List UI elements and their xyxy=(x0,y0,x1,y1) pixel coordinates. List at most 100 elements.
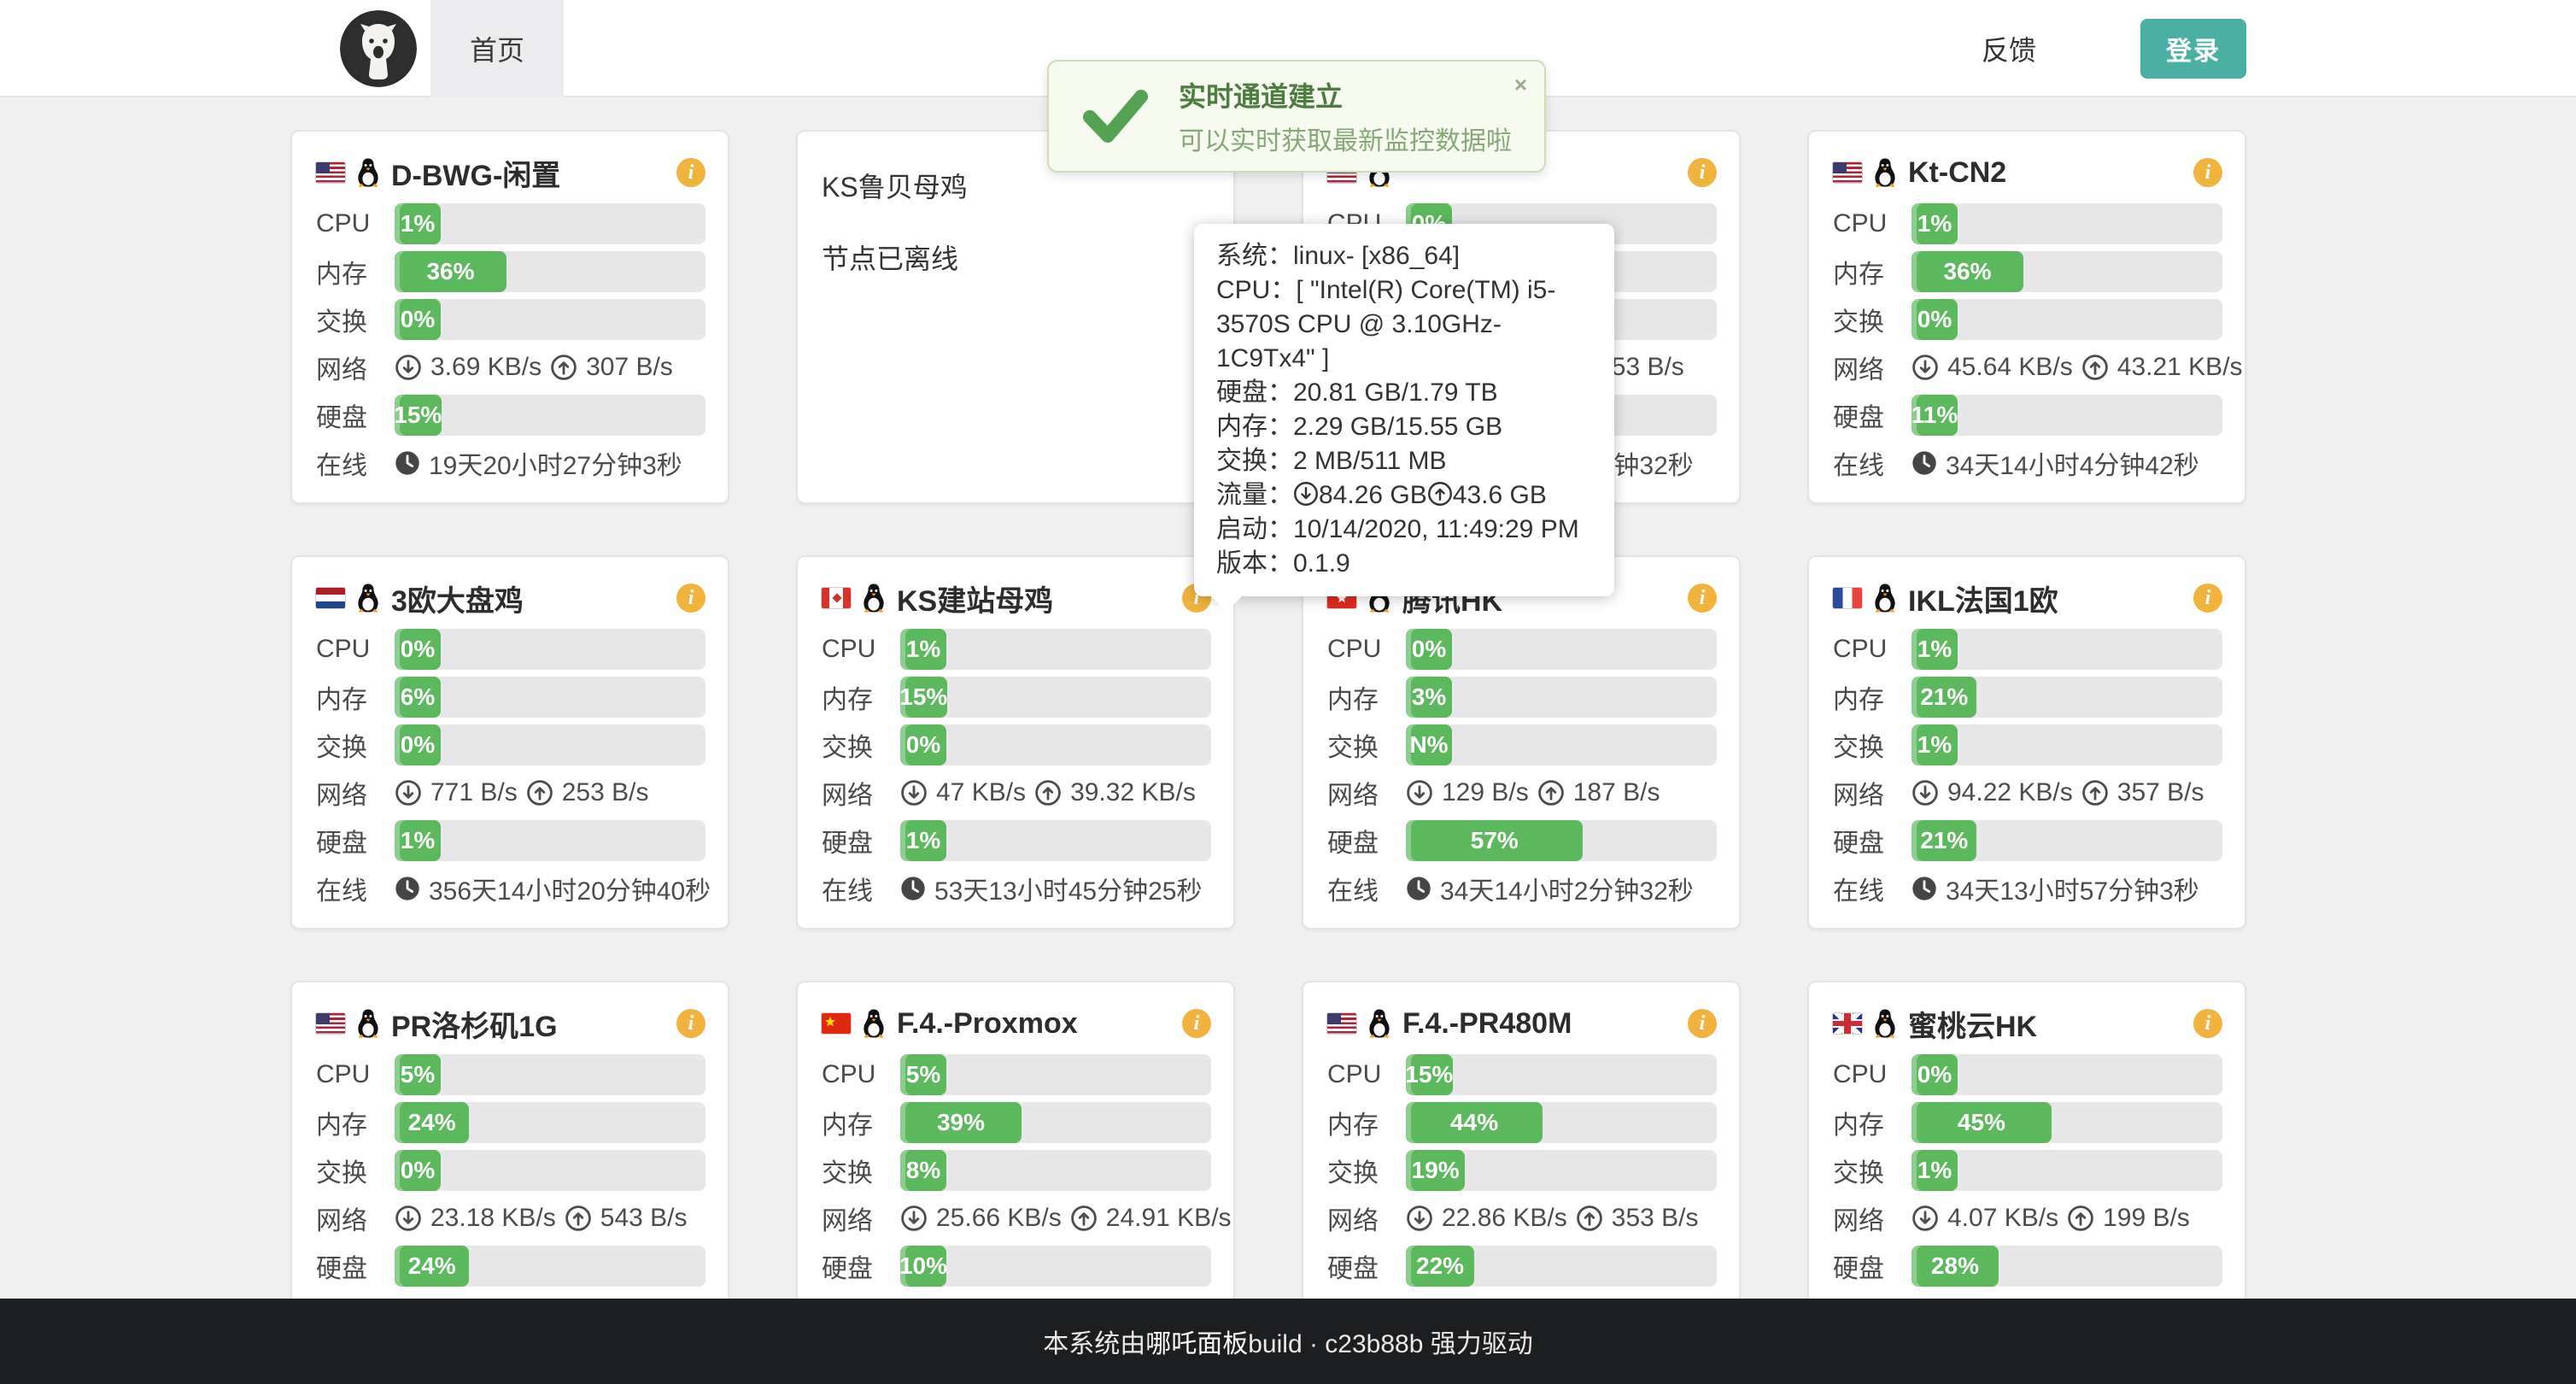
swap-progressbar: 0% xyxy=(395,724,705,765)
success-check-icon xyxy=(1083,89,1148,144)
cpu-progressbar: 1% xyxy=(1912,629,2222,670)
memory-percent: 24% xyxy=(408,1109,456,1136)
nezha-panel-link[interactable]: 哪吒面板 xyxy=(1145,1322,1248,1360)
net-download-value: 3.69 KB/s xyxy=(430,353,542,382)
net-upload-value: 187 B/s xyxy=(1573,778,1660,807)
stat-label: 交换 xyxy=(1327,1152,1406,1189)
linux-penguin-icon xyxy=(355,157,381,188)
info-icon[interactable]: i xyxy=(1688,1009,1717,1038)
uptime-value: 53天13小时45分钟25秒 xyxy=(934,870,1202,907)
stat-label: 网络 xyxy=(822,774,900,812)
net-upload-value: 253 B/s xyxy=(562,778,649,807)
memory-percent: 6% xyxy=(401,683,435,711)
feedback-link[interactable]: 反馈 xyxy=(1982,0,2036,97)
info-icon[interactable]: i xyxy=(2193,1009,2222,1038)
toast-title: 实时通道建立 xyxy=(1179,75,1512,114)
clock-icon xyxy=(395,450,420,476)
tab-home[interactable]: 首页 xyxy=(430,0,564,97)
cpu-progressbar: 0% xyxy=(395,629,705,670)
info-icon[interactable]: i xyxy=(2193,584,2222,613)
cpu-progressbar: 1% xyxy=(1912,203,2222,244)
stat-label: 在线 xyxy=(822,870,900,907)
country-flag-icon xyxy=(1327,1013,1356,1034)
server-name: F.4.-PR480M xyxy=(1402,1007,1572,1041)
stat-label: CPU xyxy=(1833,1060,1912,1089)
site-logo-avatar[interactable] xyxy=(340,10,417,87)
info-icon[interactable]: i xyxy=(676,1009,705,1038)
net-upload-value: 543 B/s xyxy=(600,1204,688,1233)
clock-icon xyxy=(1406,876,1431,901)
stat-label: CPU xyxy=(822,635,900,664)
swap-percent: 0% xyxy=(401,731,435,759)
net-upload-value: 357 B/s xyxy=(2117,778,2204,807)
cpu-percent: 15% xyxy=(1405,1061,1453,1088)
disk-percent: 1% xyxy=(906,827,940,854)
tip-version-label: 版本： xyxy=(1216,549,1293,578)
stat-label: 内存 xyxy=(822,1104,900,1141)
stat-label: 硬盘 xyxy=(1327,822,1406,859)
stat-label: 硬盘 xyxy=(822,1247,900,1285)
server-name: 蜜桃云HK xyxy=(1908,1003,2037,1045)
memory-percent: 36% xyxy=(1943,258,1991,285)
server-name: D-BWG-闲置 xyxy=(391,152,560,194)
toast-close-icon[interactable]: × xyxy=(1514,73,1527,96)
swap-progressbar: 0% xyxy=(395,299,705,340)
info-icon[interactable]: i xyxy=(676,584,705,613)
tip-mem-label: 内存： xyxy=(1216,413,1293,441)
disk-progressbar: 1% xyxy=(900,820,1211,861)
stat-label: 网络 xyxy=(1833,774,1912,812)
linux-penguin-icon xyxy=(1367,1008,1392,1039)
memory-percent: 39% xyxy=(937,1109,985,1136)
download-icon xyxy=(900,1205,928,1232)
stat-label: 网络 xyxy=(316,774,395,812)
swap-percent: 0% xyxy=(401,1157,435,1184)
upload-icon xyxy=(2081,779,2109,806)
info-icon[interactable]: i xyxy=(1182,1009,1211,1038)
info-icon[interactable]: i xyxy=(676,158,705,187)
stat-label: 交换 xyxy=(822,1152,900,1189)
stat-label: 硬盘 xyxy=(1833,396,1912,434)
info-icon[interactable]: i xyxy=(1688,584,1717,613)
upload-icon xyxy=(565,1205,592,1232)
uptime-value: 356天14小时20分钟40秒 xyxy=(429,870,711,907)
stat-label: 内存 xyxy=(1833,678,1912,716)
network-stats: 23.18 KB/s543 B/s xyxy=(395,1204,688,1233)
upload-icon xyxy=(2067,1205,2094,1232)
disk-percent: 21% xyxy=(1920,827,1968,854)
footer-text-prefix: 本系统由 xyxy=(1043,1322,1145,1360)
cpu-progressbar: 0% xyxy=(1406,629,1717,670)
login-button[interactable]: 登录 xyxy=(2140,19,2246,79)
country-flag-icon xyxy=(316,162,345,183)
info-icon[interactable]: i xyxy=(1688,158,1717,187)
linux-penguin-icon xyxy=(355,1008,381,1039)
upload-icon xyxy=(1034,779,1062,806)
disk-progressbar: 21% xyxy=(1912,820,2222,861)
download-icon xyxy=(1406,1205,1433,1232)
cpu-progressbar: 5% xyxy=(900,1054,1211,1095)
uptime-stats: 34天14小时2分钟32秒 xyxy=(1406,870,1694,907)
disk-progressbar: 11% xyxy=(1912,395,2222,436)
swap-percent: 0% xyxy=(401,306,435,333)
cpu-percent: 5% xyxy=(906,1061,940,1088)
download-icon xyxy=(900,779,928,806)
stat-label: 在线 xyxy=(316,444,395,482)
stat-label: 网络 xyxy=(822,1199,900,1237)
uptime-stats: 53天13小时45分钟25秒 xyxy=(900,870,1202,907)
swap-progressbar: N% xyxy=(1406,724,1717,765)
net-download-value: 22.86 KB/s xyxy=(1442,1204,1567,1233)
linux-penguin-icon xyxy=(1872,157,1898,188)
stat-label: 网络 xyxy=(1327,1199,1406,1237)
swap-progressbar: 0% xyxy=(1912,299,2222,340)
info-icon[interactable]: i xyxy=(2193,158,2222,187)
upload-icon xyxy=(2081,354,2109,381)
country-flag-icon xyxy=(1833,588,1862,608)
net-upload-value: 24.91 KB/s xyxy=(1106,1204,1232,1233)
upload-icon xyxy=(1537,779,1565,806)
stat-label: CPU xyxy=(316,1060,395,1089)
stat-label: 硬盘 xyxy=(316,1247,395,1285)
disk-percent: 28% xyxy=(1931,1252,1979,1280)
upload-icon xyxy=(550,354,577,381)
download-icon xyxy=(1912,1205,1939,1232)
memory-progressbar: 36% xyxy=(395,251,705,292)
server-name: 3欧大盘鸡 xyxy=(391,578,524,619)
